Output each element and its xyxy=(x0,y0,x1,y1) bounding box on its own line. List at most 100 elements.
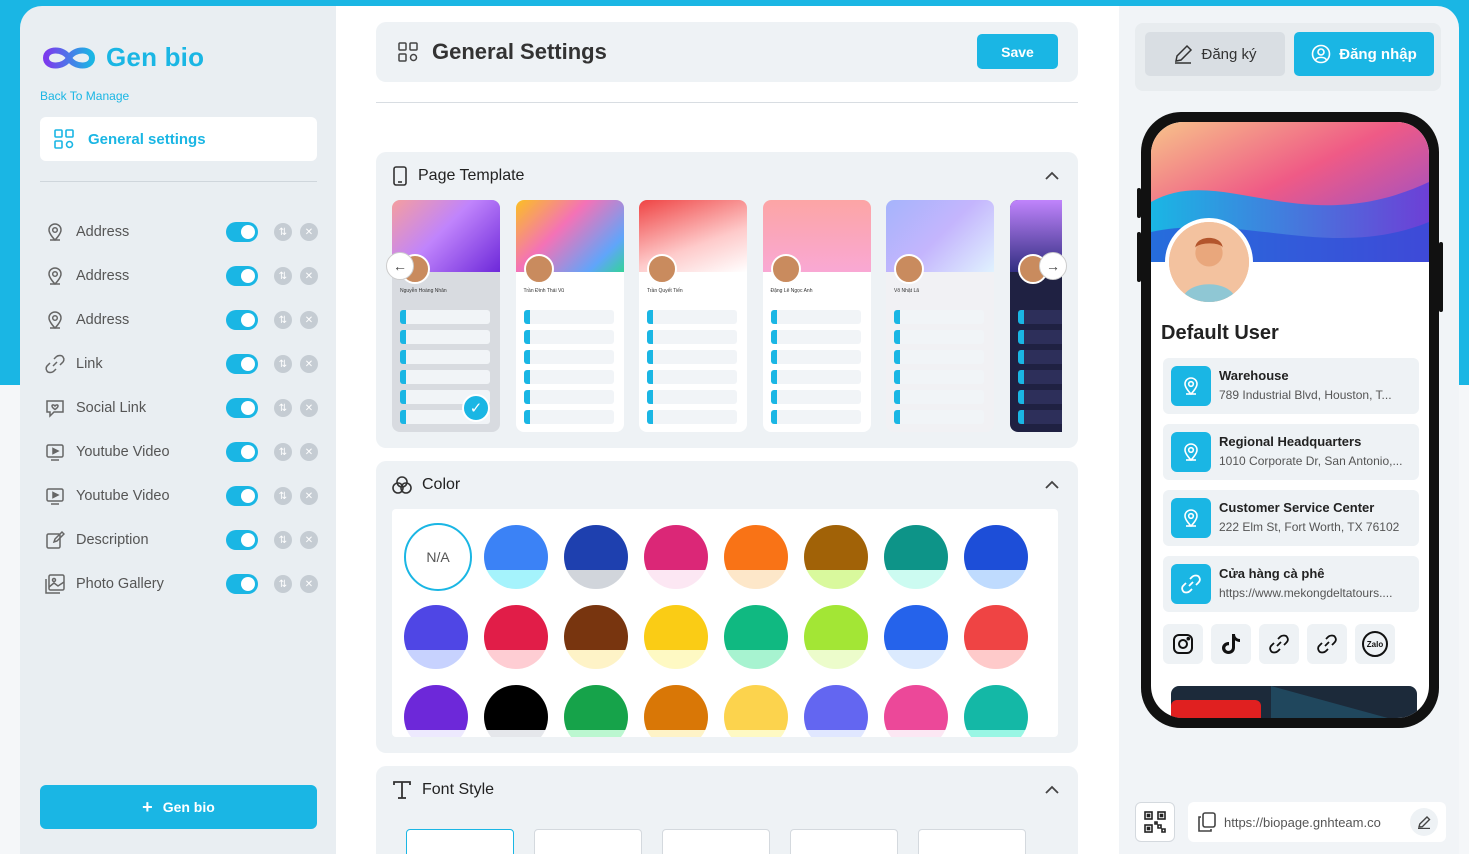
nav-general-settings[interactable]: General settings xyxy=(40,117,317,161)
color-swatch[interactable] xyxy=(804,525,868,589)
color-swatch[interactable] xyxy=(804,685,868,737)
color-header[interactable]: Color xyxy=(376,461,1078,509)
instagram-icon[interactable] xyxy=(1163,624,1203,664)
delete-icon[interactable]: ✕ xyxy=(300,355,318,373)
block-item[interactable]: Address ⇅ ✕ xyxy=(44,210,318,254)
zalo-icon[interactable]: Zalo xyxy=(1355,624,1395,664)
link-icon[interactable] xyxy=(1259,624,1299,664)
reorder-icon[interactable]: ⇅ xyxy=(274,487,292,505)
block-visibility-toggle[interactable] xyxy=(226,354,258,374)
profile-block-card[interactable]: Regional Headquarters 1010 Corporate Dr, … xyxy=(1163,424,1419,480)
color-swatch[interactable] xyxy=(484,605,548,669)
template-card[interactable]: Nguyễn Hoàng Nhân ✓ xyxy=(392,200,500,432)
block-visibility-toggle[interactable] xyxy=(226,574,258,594)
font-option[interactable] xyxy=(534,829,642,854)
block-visibility-toggle[interactable] xyxy=(226,310,258,330)
color-swatch[interactable] xyxy=(724,525,788,589)
carousel-next-button[interactable]: → xyxy=(1039,252,1067,280)
qr-code-button[interactable] xyxy=(1135,802,1175,842)
edit-url-button[interactable] xyxy=(1410,808,1438,836)
color-swatch[interactable] xyxy=(724,685,788,737)
delete-icon[interactable]: ✕ xyxy=(300,311,318,329)
delete-icon[interactable]: ✕ xyxy=(300,223,318,241)
reorder-icon[interactable]: ⇅ xyxy=(274,311,292,329)
reorder-icon[interactable]: ⇅ xyxy=(274,267,292,285)
color-swatch[interactable] xyxy=(884,525,948,589)
link-icon[interactable] xyxy=(1307,624,1347,664)
delete-icon[interactable]: ✕ xyxy=(300,267,318,285)
carousel-prev-button[interactable]: ← xyxy=(386,252,414,280)
color-swatch[interactable] xyxy=(884,605,948,669)
color-swatch[interactable] xyxy=(564,605,628,669)
save-button[interactable]: Save xyxy=(977,34,1058,69)
back-to-manage-link[interactable]: Back To Manage xyxy=(40,89,129,103)
color-swatch[interactable] xyxy=(564,525,628,589)
block-item[interactable]: Social Link ⇅ ✕ xyxy=(44,386,318,430)
block-item[interactable]: Photo Gallery ⇅ ✕ xyxy=(44,562,318,606)
color-swatch[interactable] xyxy=(964,525,1028,589)
color-swatch[interactable] xyxy=(644,685,708,737)
delete-icon[interactable]: ✕ xyxy=(300,443,318,461)
color-swatch[interactable] xyxy=(964,605,1028,669)
color-swatch[interactable] xyxy=(404,685,468,737)
color-swatch[interactable] xyxy=(804,605,868,669)
delete-icon[interactable]: ✕ xyxy=(300,531,318,549)
chevron-up-icon[interactable] xyxy=(1044,168,1060,184)
reorder-icon[interactable]: ⇅ xyxy=(274,399,292,417)
youtube-video-preview[interactable] xyxy=(1171,686,1417,718)
font-option[interactable] xyxy=(406,829,514,854)
font-option[interactable] xyxy=(662,829,770,854)
reorder-icon[interactable]: ⇅ xyxy=(274,223,292,241)
profile-block-card[interactable]: Customer Service Center 222 Elm St, Fort … xyxy=(1163,490,1419,546)
page-template-header[interactable]: Page Template xyxy=(376,152,1078,200)
delete-icon[interactable]: ✕ xyxy=(300,399,318,417)
block-item[interactable]: Youtube Video ⇅ ✕ xyxy=(44,474,318,518)
color-swatch[interactable] xyxy=(404,605,468,669)
delete-icon[interactable]: ✕ xyxy=(300,575,318,593)
reorder-icon[interactable]: ⇅ xyxy=(274,443,292,461)
color-none-swatch[interactable]: N/A xyxy=(404,523,472,591)
block-item[interactable]: Link ⇅ ✕ xyxy=(44,342,318,386)
template-card[interactable]: Đặng Lê Ngọc Anh xyxy=(762,200,871,432)
brand-logo[interactable]: Gen bio xyxy=(40,42,204,73)
chevron-up-icon[interactable] xyxy=(1044,477,1060,493)
gen-bio-button[interactable]: + Gen bio xyxy=(40,785,317,829)
color-swatch[interactable] xyxy=(484,525,548,589)
bio-url-text[interactable]: https://biopage.gnhteam.co xyxy=(1224,815,1402,830)
profile-block-card[interactable]: Cửa hàng cà phê https://www.mekongdeltato… xyxy=(1163,556,1419,612)
template-card[interactable]: Trần Quyết Tiến xyxy=(639,200,747,432)
block-visibility-toggle[interactable] xyxy=(226,266,258,286)
block-visibility-toggle[interactable] xyxy=(226,486,258,506)
chevron-up-icon[interactable] xyxy=(1044,782,1060,798)
block-item[interactable]: Description ⇅ ✕ xyxy=(44,518,318,562)
template-card[interactable]: Võ Nhật Lã xyxy=(886,200,994,432)
block-visibility-toggle[interactable] xyxy=(226,442,258,462)
color-swatch[interactable] xyxy=(884,685,948,737)
font-style-header[interactable]: Font Style xyxy=(376,766,1078,814)
block-visibility-toggle[interactable] xyxy=(226,222,258,242)
color-swatch[interactable] xyxy=(964,685,1028,737)
template-card[interactable] xyxy=(1009,200,1062,432)
tiktok-icon[interactable] xyxy=(1211,624,1251,664)
template-card[interactable]: Trần Đình Thái Vũ xyxy=(515,200,624,432)
color-swatch[interactable] xyxy=(564,685,628,737)
reorder-icon[interactable]: ⇅ xyxy=(274,531,292,549)
delete-icon[interactable]: ✕ xyxy=(300,487,318,505)
color-swatch[interactable] xyxy=(724,605,788,669)
reorder-icon[interactable]: ⇅ xyxy=(274,575,292,593)
font-option[interactable] xyxy=(790,829,898,854)
color-swatch[interactable] xyxy=(644,525,708,589)
reorder-icon[interactable]: ⇅ xyxy=(274,355,292,373)
block-item[interactable]: Youtube Video ⇅ ✕ xyxy=(44,430,318,474)
block-visibility-toggle[interactable] xyxy=(226,398,258,418)
font-option[interactable] xyxy=(918,829,1026,854)
block-item[interactable]: Address ⇅ ✕ xyxy=(44,254,318,298)
profile-block-card[interactable]: Warehouse 789 Industrial Blvd, Houston, T… xyxy=(1163,358,1419,414)
color-swatch[interactable] xyxy=(484,685,548,737)
block-visibility-toggle[interactable] xyxy=(226,530,258,550)
register-button[interactable]: Đăng ký xyxy=(1145,32,1285,76)
block-item[interactable]: Address ⇅ ✕ xyxy=(44,298,318,342)
color-swatch[interactable] xyxy=(644,605,708,669)
login-button[interactable]: Đăng nhập xyxy=(1294,32,1434,76)
copy-icon[interactable] xyxy=(1198,812,1216,832)
